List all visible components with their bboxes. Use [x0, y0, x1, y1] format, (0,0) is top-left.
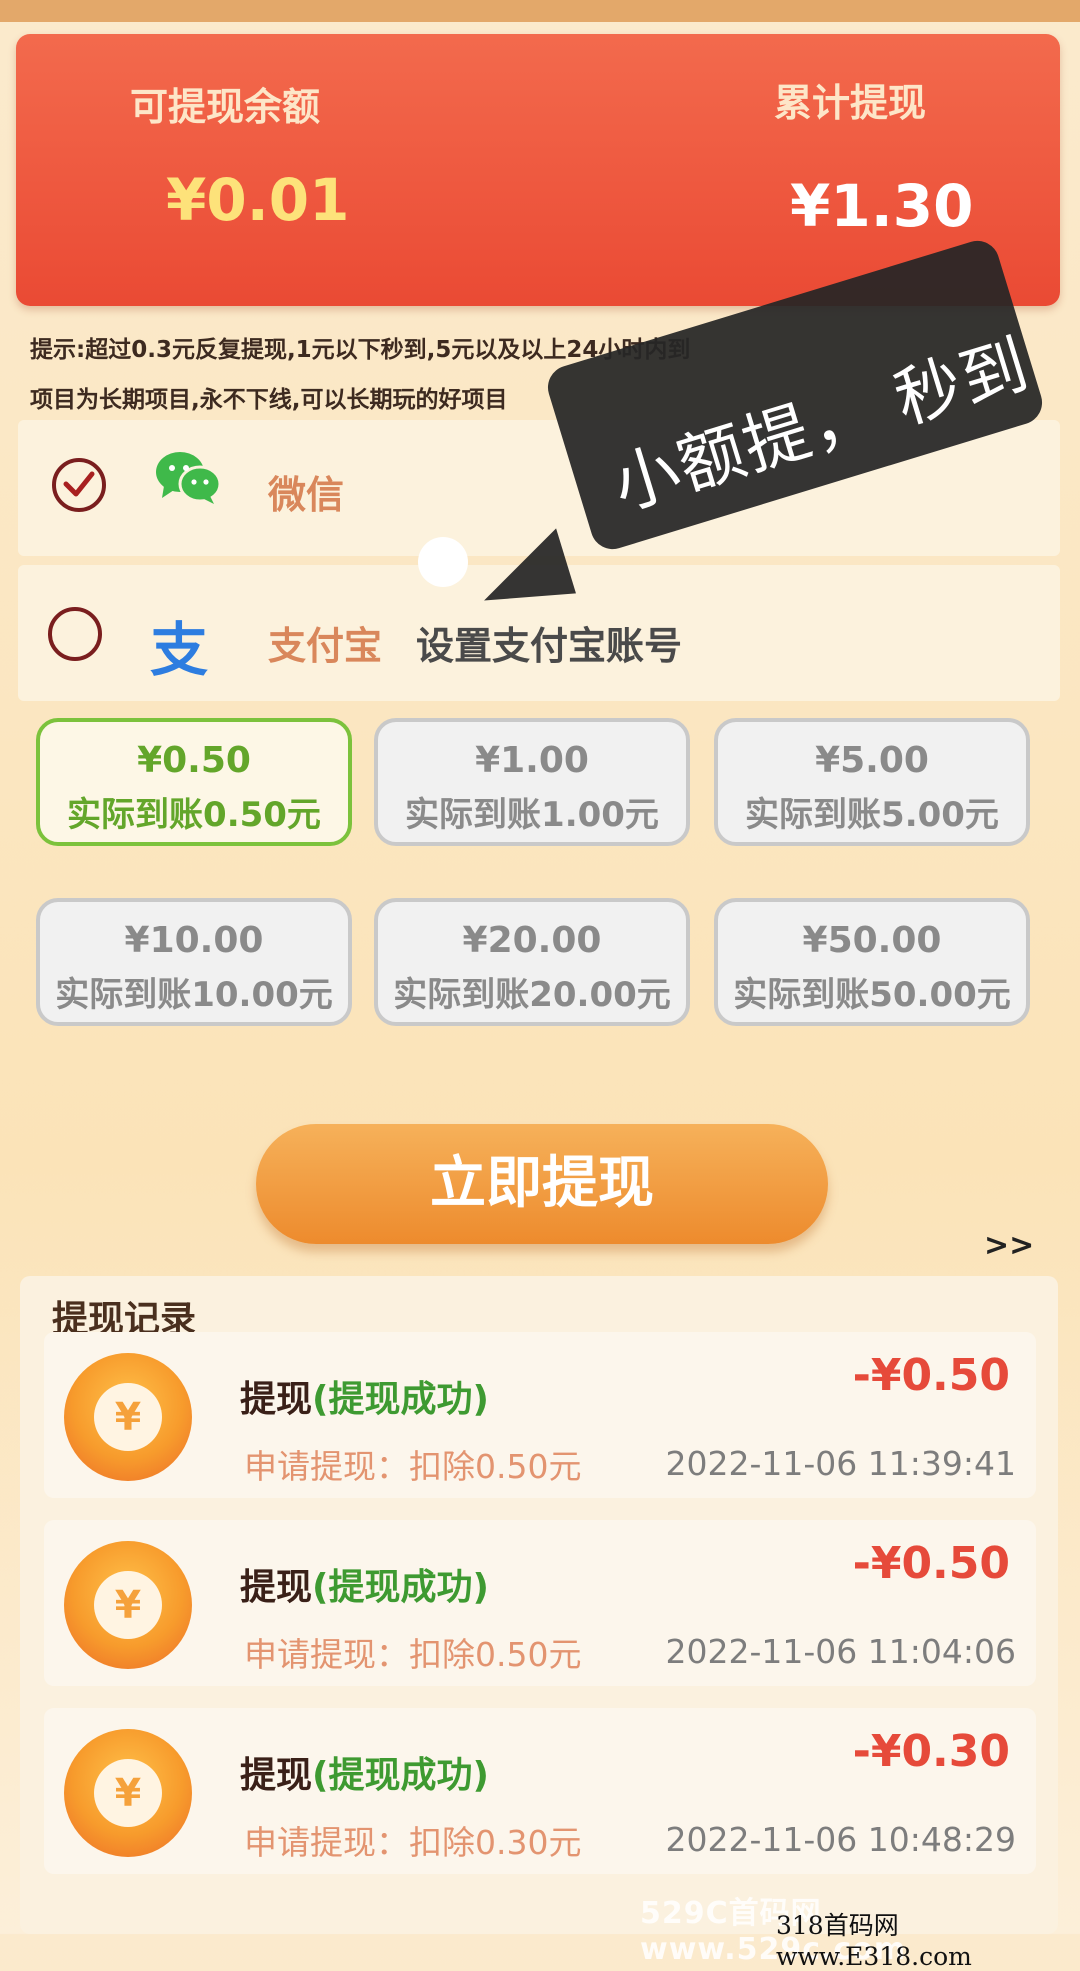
tip-line-2: 项目为长期项目,永不下线,可以长期玩的好项目: [30, 387, 508, 413]
more-records-arrow[interactable]: >>: [984, 1228, 1034, 1263]
payment-name-alipay: 支付宝: [268, 624, 383, 668]
total-withdrawn-value: ¥1.30: [790, 172, 974, 240]
amount-actual: 实际到账10.00元: [55, 975, 333, 1015]
record-amount: -¥0.50: [852, 1538, 1010, 1589]
record-description: 申请提现：扣除0.50元: [244, 1447, 582, 1486]
payment-name-wechat: 微信: [268, 473, 345, 517]
amount-value: ¥1.00: [475, 740, 589, 781]
amount-option-20-00[interactable]: ¥20.00 实际到账20.00元: [374, 898, 690, 1026]
record-type: 提现: [240, 1379, 313, 1420]
record-status: (提现成功): [312, 1379, 489, 1420]
available-balance-value: ¥0.01: [166, 166, 350, 234]
amount-actual: 实际到账0.50元: [67, 795, 321, 835]
coin-symbol: ¥: [94, 1383, 162, 1451]
amount-actual: 实际到账20.00元: [393, 975, 671, 1015]
record-title: 提现(提现成功): [240, 1370, 489, 1422]
record-status: (提现成功): [312, 1755, 489, 1796]
record-item: ¥ 提现(提现成功) 申请提现：扣除0.30元 -¥0.30 2022-11-0…: [44, 1708, 1036, 1874]
amount-option-10-00[interactable]: ¥10.00 实际到账10.00元: [36, 898, 352, 1026]
radio-checked-icon[interactable]: [52, 458, 106, 512]
amount-option-50-00[interactable]: ¥50.00 实际到账50.00元: [714, 898, 1030, 1026]
available-balance-label: 可提现余额: [130, 85, 321, 129]
record-amount: -¥0.50: [852, 1350, 1010, 1401]
wechat-icon: [154, 450, 222, 510]
withdraw-now-button[interactable]: 立即提现: [256, 1124, 828, 1244]
amount-value: ¥0.50: [137, 740, 251, 781]
coin-symbol: ¥: [94, 1759, 162, 1827]
record-description: 申请提现：扣除0.30元: [244, 1823, 582, 1862]
amount-option-0-50[interactable]: ¥0.50 实际到账0.50元: [36, 718, 352, 846]
record-title: 提现(提现成功): [240, 1746, 489, 1798]
record-item: ¥ 提现(提现成功) 申请提现：扣除0.50元 -¥0.50 2022-11-0…: [44, 1332, 1036, 1498]
record-status: (提现成功): [312, 1567, 489, 1608]
coin-icon: ¥: [64, 1353, 192, 1481]
amount-value: ¥5.00: [815, 740, 929, 781]
set-alipay-account-link[interactable]: 设置支付宝账号: [416, 615, 682, 670]
watermark-e318: 318首码网 www.E318.com: [776, 1911, 972, 1971]
total-withdrawn-label: 累计提现: [774, 81, 927, 125]
coin-symbol: ¥: [94, 1571, 162, 1639]
amount-actual: 实际到账50.00元: [733, 975, 1011, 1015]
amount-option-1-00[interactable]: ¥1.00 实际到账1.00元: [374, 718, 690, 846]
record-type: 提现: [240, 1567, 313, 1608]
record-item: ¥ 提现(提现成功) 申请提现：扣除0.50元 -¥0.50 2022-11-0…: [44, 1520, 1036, 1686]
coin-icon: ¥: [64, 1541, 192, 1669]
radio-unchecked-icon[interactable]: [48, 607, 102, 661]
amount-value: ¥10.00: [124, 920, 264, 961]
amount-value: ¥20.00: [462, 920, 602, 961]
record-time: 2022-11-06 11:04:06: [665, 1632, 1016, 1671]
record-time: 2022-11-06 10:48:29: [665, 1820, 1016, 1859]
amount-actual: 实际到账1.00元: [405, 795, 659, 835]
coin-icon: ¥: [64, 1729, 192, 1857]
amount-option-5-00[interactable]: ¥5.00 实际到账5.00元: [714, 718, 1030, 846]
record-time: 2022-11-06 11:39:41: [665, 1444, 1016, 1483]
amount-actual: 实际到账5.00元: [745, 795, 999, 835]
record-title: 提现(提现成功): [240, 1558, 489, 1610]
record-description: 申请提现：扣除0.50元: [244, 1635, 582, 1674]
top-strip: [0, 0, 1080, 22]
touch-indicator: [418, 537, 468, 587]
amount-value: ¥50.00: [802, 920, 942, 961]
record-type: 提现: [240, 1755, 313, 1796]
alipay-icon: 支: [150, 616, 209, 684]
record-amount: -¥0.30: [852, 1726, 1010, 1777]
